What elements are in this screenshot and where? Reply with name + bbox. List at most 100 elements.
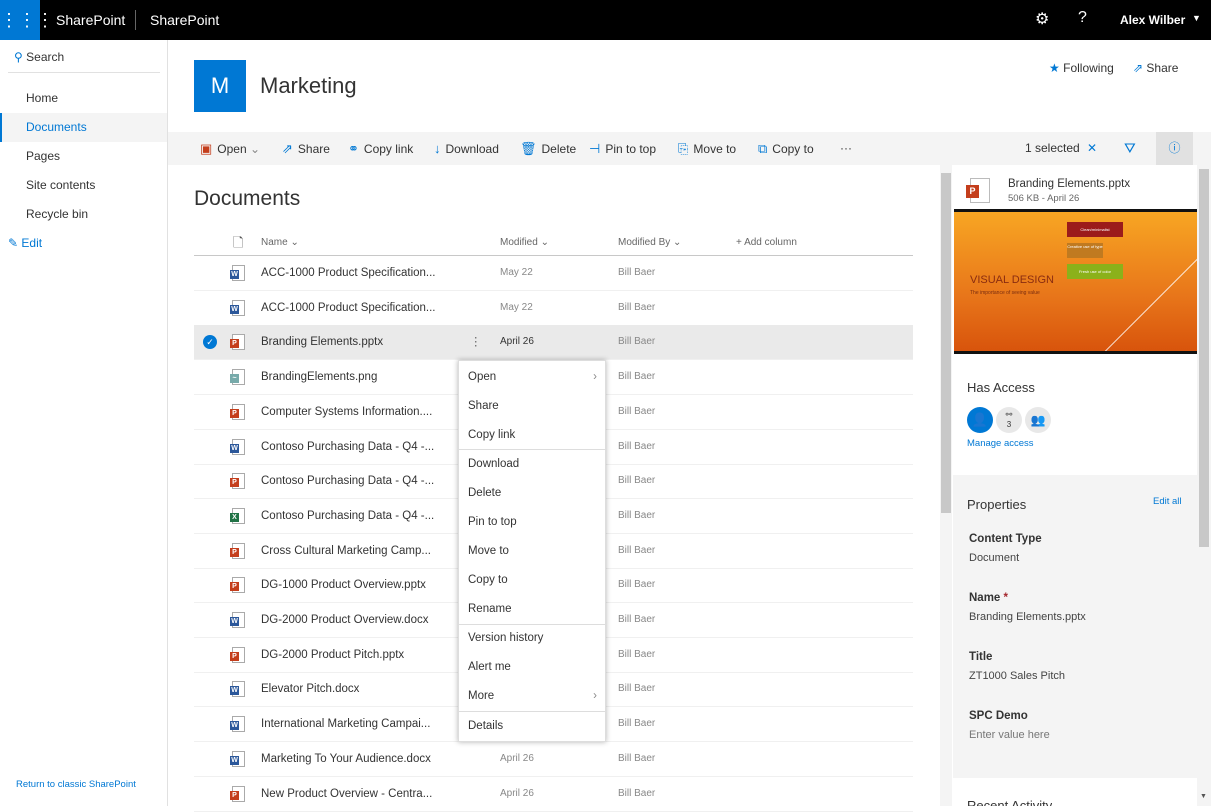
download-button[interactable]: ↓ Download [434,132,499,165]
add-person-icon[interactable]: 👤 [967,407,993,433]
nav-item-documents[interactable]: Documents [0,113,167,142]
selected-check-icon[interactable]: ✓ [203,335,217,350]
more-actions-icon[interactable]: ⋮ [470,334,482,348]
file-name[interactable]: Contoso Purchasing Data - Q4 -... [261,441,434,453]
table-row[interactable]: W ACC-1000 Product Specification... May 22… [194,256,913,291]
manage-access-link[interactable]: Manage access [967,438,1034,449]
file-name[interactable]: DG-2000 Product Pitch.pptx [261,649,404,661]
menu-item-details[interactable]: Details [459,712,605,741]
filter-icon[interactable]: ⛛ [1124,132,1136,165]
table-row[interactable]: ✓ P Branding Elements.pptx ⋮ April 26 Bill Ba… [194,325,913,361]
pin-icon: ⊣ [589,141,601,156]
menu-item-copy-link[interactable]: Copy link [459,421,605,450]
copy-to-button[interactable]: ⧉ Copy to [758,132,814,165]
chevron-down-icon: ⌄ [250,142,261,156]
column-modified-by[interactable]: Modified By ⌄ [618,237,681,248]
file-type-icon[interactable]: 🗋 [233,234,243,256]
file-preview[interactable]: Clean/minimalist Creative use of type Fr… [954,209,1197,354]
file-name[interactable]: ACC-1000 Product Specification... [261,267,436,279]
search-box[interactable]: ⚲ Search [14,50,64,64]
nav-item-site-contents[interactable]: Site contents [0,171,167,200]
file-name[interactable]: BrandingElements.png [261,371,377,383]
property-value[interactable]: Branding Elements.pptx [969,611,1086,623]
settings-gear-icon[interactable]: ⚙ [1035,9,1049,29]
nav-item-recycle-bin[interactable]: Recycle bin [0,200,167,229]
search-icon: ⚲ [14,50,23,64]
menu-item-label: Copy to [468,574,508,586]
delete-button[interactable]: 🗑 Delete [520,132,576,165]
preview-tile: Creative use of type [1067,243,1103,258]
menu-item-version-history[interactable]: Version history [459,624,605,653]
following-button[interactable]: ★ Following [1049,61,1114,75]
name-header: Name [261,237,288,248]
details-scrollbar[interactable]: ▼ [1197,165,1211,806]
menu-item-move-to[interactable]: Move to [459,537,605,566]
menu-item-share[interactable]: Share [459,392,605,421]
add-column-button[interactable]: + Add column [736,237,797,248]
properties-section: Properties Edit all Content Type Document… [953,475,1197,778]
nav-item-home[interactable]: Home [0,84,167,113]
help-icon[interactable]: ? [1078,9,1087,27]
share-button[interactable]: ⇗ Share [282,132,330,165]
menu-item-download[interactable]: Download [459,450,605,479]
site-logo[interactable]: M [194,60,246,112]
property-value[interactable]: Enter value here [969,729,1050,741]
modified-by: Bill Baer [618,509,656,521]
scrollbar-thumb[interactable] [941,173,951,513]
user-name[interactable]: Alex Wilber [1120,13,1185,27]
list-scrollbar[interactable] [940,165,952,806]
file-name[interactable]: ACC-1000 Product Specification... [261,302,436,314]
scroll-down-icon[interactable]: ▼ [1200,793,1207,800]
column-name[interactable]: Name ⌄ [261,237,299,248]
menu-item-delete[interactable]: Delete [459,479,605,508]
file-name[interactable]: Elevator Pitch.docx [261,683,359,695]
edit-label: Edit [21,236,43,250]
menu-item-rename[interactable]: Rename [459,595,605,624]
menu-item-alert-me[interactable]: Alert me [459,653,605,682]
menu-item-more[interactable]: More › [459,682,605,711]
file-name[interactable]: Marketing To Your Audience.docx [261,753,431,765]
file-name[interactable]: Contoso Purchasing Data - Q4 -... [261,510,434,522]
menu-item-copy-to[interactable]: Copy to [459,566,605,595]
close-icon[interactable]: ✕ [1087,141,1097,155]
share-site-button[interactable]: ⇗ Share [1133,61,1178,75]
file-name[interactable]: DG-1000 Product Overview.pptx [261,579,426,591]
scrollbar-thumb[interactable] [1199,169,1209,547]
table-row[interactable]: W Marketing To Your Audience.docx April 26… [194,742,913,777]
copy-link-label: Copy link [363,142,414,156]
table-row[interactable]: P New Product Overview - Centra... April 2… [194,777,913,812]
more-button[interactable]: ··· [840,132,852,165]
table-row[interactable]: W ACC-1000 Product Specification... May 22… [194,291,913,326]
move-to-button[interactable]: ⎘ Move to [678,132,736,165]
label-text: SPC Demo [969,710,1028,722]
app-name[interactable]: SharePoint [56,12,125,28]
powerpoint-icon: P [966,178,990,203]
file-name[interactable]: New Product Overview - Centra... [261,788,432,800]
info-pane-icon[interactable]: ⓘ [1156,132,1193,165]
column-modified[interactable]: Modified ⌄ [500,237,549,248]
property-value[interactable]: ZT1000 Sales Pitch [969,670,1065,682]
edit-all-link[interactable]: Edit all [1153,496,1182,507]
chevron-down-icon[interactable]: ▼ [1192,13,1201,23]
share-label: Share [1146,61,1179,75]
open-button[interactable]: ▣ Open ⌄ [200,132,260,165]
site-name[interactable]: SharePoint [150,12,219,28]
file-name[interactable]: DG-2000 Product Overview.docx [261,614,428,626]
site-title[interactable]: Marketing [260,73,357,99]
copy-link-button[interactable]: ⚭ Copy link [348,132,413,165]
nav-item-pages[interactable]: Pages [0,142,167,171]
return-classic-link[interactable]: Return to classic SharePoint [16,779,136,790]
menu-item-pin-to-top[interactable]: Pin to top [459,508,605,537]
edit-link[interactable]: ✎ Edit [8,236,42,250]
file-name[interactable]: Cross Cultural Marketing Camp... [261,545,431,557]
property-value[interactable]: Document [969,552,1019,564]
file-name[interactable]: International Marketing Campai... [261,718,430,730]
app-launcher-icon[interactable]: ⋮⋮⋮ [0,0,54,40]
people-icon[interactable]: 👥 [1025,407,1051,433]
menu-item-open[interactable]: Open › [459,363,605,392]
pin-to-top-button[interactable]: ⊣ Pin to top [589,132,656,165]
file-name[interactable]: Contoso Purchasing Data - Q4 -... [261,475,434,487]
file-name[interactable]: Branding Elements.pptx [261,336,383,348]
sharing-link-icon[interactable]: ⚯ 3 [996,407,1022,433]
file-name[interactable]: Computer Systems Information.... [261,406,432,418]
